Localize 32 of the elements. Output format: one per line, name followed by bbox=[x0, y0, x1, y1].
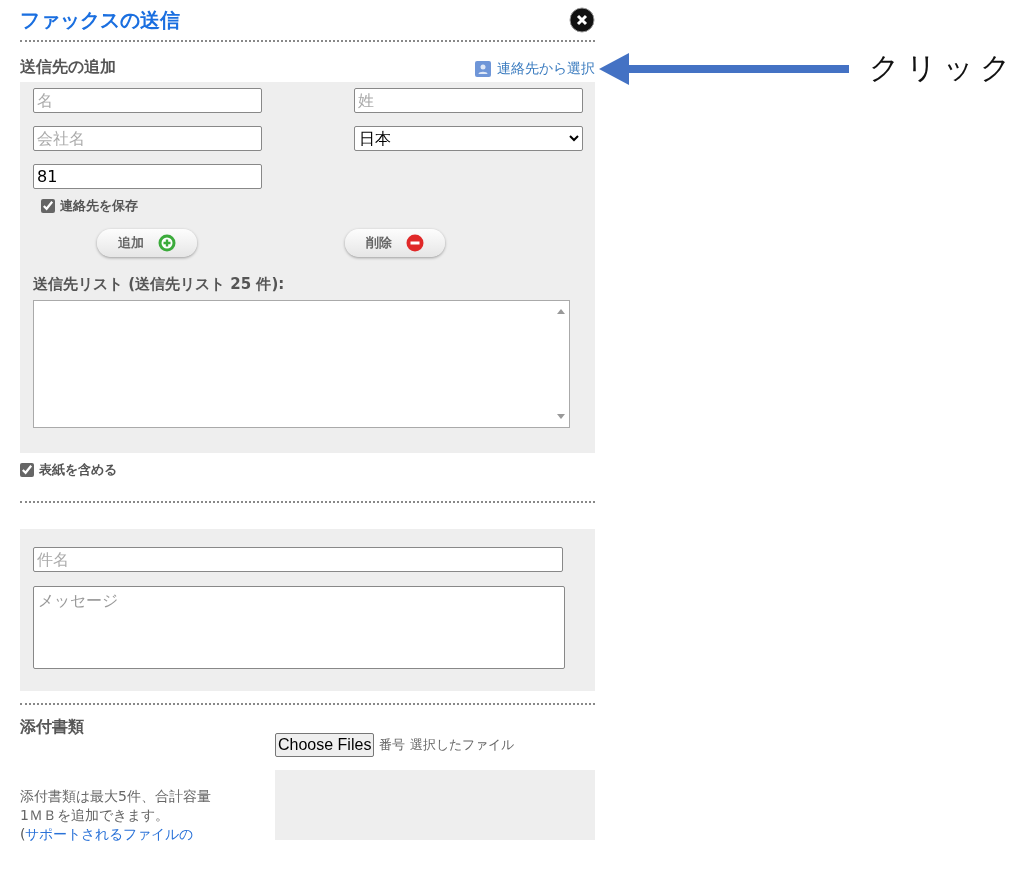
contact-icon bbox=[475, 61, 491, 77]
checkbox-label: 表紙を含める bbox=[39, 461, 117, 479]
contacts-link[interactable]: 連絡先から選択 bbox=[475, 60, 595, 78]
minus-icon bbox=[406, 234, 424, 252]
subject-field[interactable]: 件名 bbox=[33, 547, 563, 572]
choose-files-button[interactable]: Choose Files bbox=[275, 733, 375, 757]
attachment-note: 添付書類は最大5件、合計容量1ＭＢを追加できます。 bbox=[20, 787, 212, 825]
company-field[interactable]: 会社名 bbox=[33, 126, 262, 151]
scroll-up-icon[interactable] bbox=[557, 309, 565, 314]
arrow-icon bbox=[599, 51, 849, 86]
list-label: 送信先リスト (送信先リスト 25 件): bbox=[33, 275, 286, 294]
parenthesis-text: ( bbox=[20, 825, 26, 844]
fax-number-field[interactable]: 81 bbox=[33, 164, 262, 189]
scroll-down-icon[interactable] bbox=[557, 414, 565, 419]
cover-page-checkbox[interactable] bbox=[20, 463, 34, 477]
country-select[interactable]: 日本 bbox=[354, 126, 583, 151]
supported-files-link[interactable]: サポートされるファイルの bbox=[25, 825, 194, 844]
plus-icon bbox=[158, 234, 176, 252]
save-contact-checkbox[interactable] bbox=[41, 199, 55, 213]
last-name-field[interactable]: 姓 bbox=[354, 88, 583, 113]
column-label: 選択したファイル bbox=[410, 736, 515, 754]
column-label: 番号 bbox=[379, 736, 406, 754]
section-heading: 送信先の追加 bbox=[20, 57, 116, 78]
checkbox-label: 連絡先を保存 bbox=[60, 197, 138, 215]
annotation-label: クリック bbox=[869, 49, 1017, 87]
message-field[interactable]: メッセージ bbox=[33, 586, 565, 669]
add-button[interactable]: 追加 bbox=[97, 229, 197, 257]
section-heading: 添付書類 bbox=[20, 717, 85, 738]
delete-button[interactable]: 削除 bbox=[345, 229, 445, 257]
first-name-field[interactable]: 名 bbox=[33, 88, 262, 113]
close-icon[interactable] bbox=[569, 7, 595, 33]
dialog-title: ファックスの送信 bbox=[20, 6, 180, 34]
